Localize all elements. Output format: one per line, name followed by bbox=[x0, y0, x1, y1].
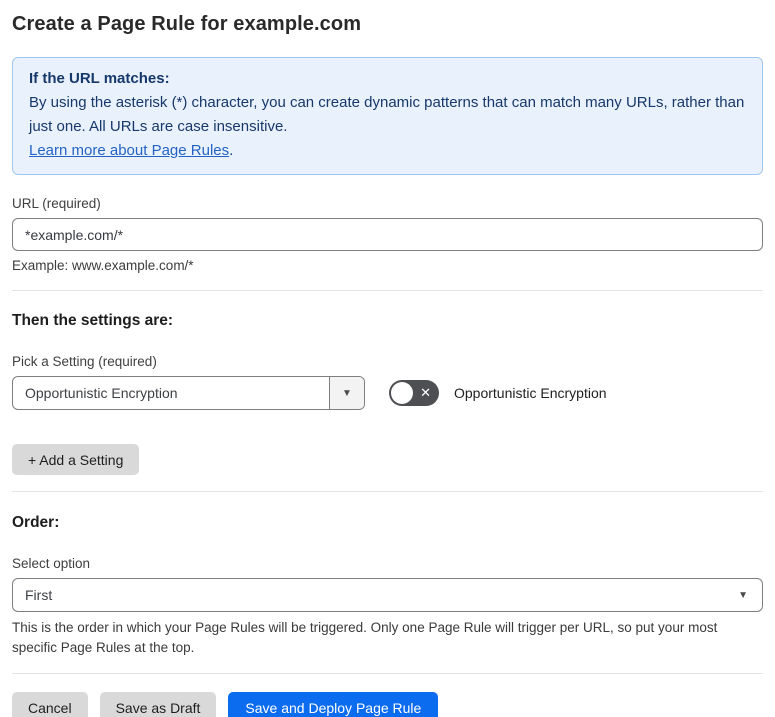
chevron-down-icon: ▼ bbox=[342, 387, 352, 399]
add-setting-button[interactable]: + Add a Setting bbox=[12, 444, 140, 475]
pick-setting-label: Pick a Setting (required) bbox=[12, 354, 157, 369]
order-help-text: This is the order in which your Page Rul… bbox=[12, 620, 718, 655]
setting-row: Opportunistic Encryption ▼ ✕ Opportunist… bbox=[12, 376, 763, 410]
settings-section-heading: Then the settings are: bbox=[12, 312, 174, 329]
info-box-heading: If the URL matches: bbox=[29, 70, 170, 87]
setting-dropdown-button[interactable]: ▼ bbox=[329, 377, 364, 409]
chevron-down-icon: ▼ bbox=[738, 589, 748, 601]
toggle-label: Opportunistic Encryption bbox=[454, 385, 607, 401]
page-rule-form: Create a Page Rule for example.com If th… bbox=[0, 0, 775, 717]
save-draft-button[interactable]: Save as Draft bbox=[99, 692, 217, 717]
order-select[interactable]: First ▼ bbox=[12, 578, 763, 612]
order-select-value: First bbox=[25, 587, 53, 603]
info-link-row: Learn more about Page Rules. bbox=[29, 142, 233, 159]
cancel-button[interactable]: Cancel bbox=[12, 692, 88, 717]
learn-more-link[interactable]: Learn more about Page Rules bbox=[29, 142, 229, 159]
url-label: URL (required) bbox=[12, 196, 101, 211]
divider bbox=[12, 491, 763, 492]
url-match-info-box: If the URL matches: By using the asteris… bbox=[12, 57, 763, 175]
select-option-label: Select option bbox=[12, 556, 91, 571]
page-title: Create a Page Rule for example.com bbox=[12, 13, 362, 35]
order-section-heading: Order: bbox=[12, 514, 60, 531]
divider bbox=[12, 673, 763, 674]
footer-actions: Cancel Save as Draft Save and Deploy Pag… bbox=[12, 692, 763, 717]
toggle-off-x-icon: ✕ bbox=[420, 385, 431, 400]
link-suffix: . bbox=[229, 142, 234, 159]
info-box-body: By using the asterisk (*) character, you… bbox=[29, 94, 745, 135]
toggle-knob bbox=[391, 382, 413, 404]
save-deploy-button[interactable]: Save and Deploy Page Rule bbox=[228, 692, 439, 717]
setting-dropdown-value: Opportunistic Encryption bbox=[25, 385, 178, 401]
setting-dropdown[interactable]: Opportunistic Encryption ▼ bbox=[12, 376, 365, 410]
opportunistic-encryption-toggle[interactable]: ✕ bbox=[389, 380, 439, 406]
divider bbox=[12, 290, 763, 291]
url-input[interactable] bbox=[12, 218, 763, 251]
url-example-text: Example: www.example.com/* bbox=[12, 258, 194, 273]
